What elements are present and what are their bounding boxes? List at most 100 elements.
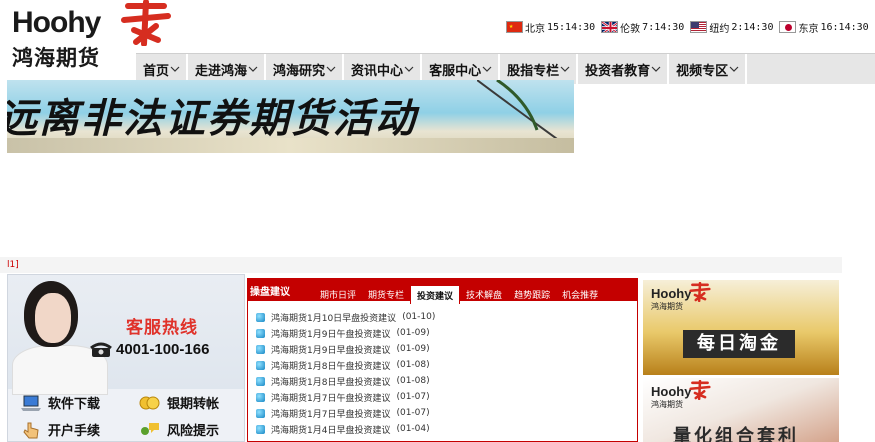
bullet-icon: [256, 376, 265, 386]
item-title: 鸿海期货1月8日早盘投资建议: [271, 377, 391, 388]
item-title: 鸿海期货1月9日午盘投资建议: [271, 329, 391, 340]
us-flag-icon: [690, 21, 708, 33]
ad-daily-gold[interactable]: Hoohy 鸿海期货 每日淘金: [643, 280, 839, 375]
customer-service-panel: 客服热线 4001-100-166 软件下载 银期转帐 开户手续 风险提示: [7, 274, 245, 442]
chevron-down-icon: [482, 66, 492, 72]
world-clocks: ★ 北京 15:14:30 伦敦 7:14:30 纽约 2:14:30 东京 1…: [506, 18, 869, 36]
item-date: (01-08): [396, 360, 430, 370]
logo-text-en: Hoohy: [12, 6, 101, 39]
clock-london: 伦敦 7:14:30: [601, 18, 684, 36]
nav-label: 客服中心: [429, 63, 482, 79]
chevron-down-icon: [404, 66, 414, 72]
clock-tokyo: 东京 16:14:30: [779, 18, 869, 36]
tab-trend-tracking[interactable]: 趋势跟踪: [508, 285, 556, 304]
account-opening-link[interactable]: 开户手续: [8, 416, 127, 441]
panel-title: 操盘建议: [250, 287, 290, 298]
tab-daily-review[interactable]: 期市日评: [314, 285, 362, 304]
link-label: 软件下载: [48, 397, 101, 412]
link-label: 开户手续: [48, 424, 101, 439]
nav-label: 股指专栏: [507, 63, 560, 79]
item-title: 鸿海期货1月9日早盘投资建议: [271, 345, 391, 356]
list-item[interactable]: 鸿海期货1月8日早盘投资建议 (01-08): [256, 373, 631, 389]
item-date: (01-08): [396, 376, 430, 386]
item-date: (01-04): [396, 424, 430, 434]
uk-flag-icon: [601, 21, 619, 33]
page: Hoohy 鸿海期货 ★ 北京 15:14:30 伦敦 7:14:30 纽约 2…: [0, 0, 875, 442]
item-date: (01-09): [396, 328, 430, 338]
panel-header: 操盘建议 期市日评 期货专栏 投资建议 技术解盘 趋势跟踪 机会推荐: [248, 279, 637, 304]
item-date: (01-09): [396, 344, 430, 354]
item-title: 鸿海期货1月4日早盘投资建议: [271, 425, 391, 436]
crumb-fragment: l1]: [7, 260, 19, 270]
list-item[interactable]: 鸿海期货1月4日早盘投资建议 (01-04): [256, 421, 631, 437]
nav-video[interactable]: 视频专区: [669, 54, 748, 84]
hand-pointer-icon: [23, 422, 39, 438]
china-flag-icon: ★: [506, 21, 523, 33]
clock-time: 16:14:30: [820, 21, 869, 33]
hero-banner[interactable]: 远离非法证券期货活动: [7, 80, 574, 153]
advice-list: 鸿海期货1月10日早盘投资建议 (01-10) 鸿海期货1月9日午盘投资建议 (01…: [256, 309, 631, 437]
nav-label: 投资者教育: [585, 63, 651, 79]
clock-city: 东京: [798, 23, 819, 35]
clock-time: 7:14:30: [642, 21, 685, 33]
telephone-icon: [90, 342, 112, 357]
list-item[interactable]: 鸿海期货1月9日早盘投资建议 (01-09): [256, 341, 631, 357]
chevron-down-icon: [326, 66, 336, 72]
panel-tabs: 期市日评 期货专栏 投资建议 技术解盘 趋势跟踪 机会推荐: [314, 285, 604, 304]
ad-logo-cn: 鸿海期货: [651, 302, 683, 311]
nav-label: 鸿海研究: [273, 63, 326, 79]
nav-label: 资讯中心: [351, 63, 404, 79]
list-item[interactable]: 鸿海期货1月9日午盘投资建议 (01-09): [256, 325, 631, 341]
bullet-icon: [256, 392, 265, 402]
item-date: (01-10): [402, 312, 436, 322]
brand-mark-icon: [121, 0, 171, 46]
link-label: 银期转帐: [167, 397, 220, 412]
tab-investment-advice[interactable]: 投资建议: [410, 285, 461, 304]
item-title: 鸿海期货1月10日早盘投资建议: [271, 313, 397, 324]
brand-mark-icon: [689, 380, 711, 400]
link-label: 风险提示: [167, 424, 220, 439]
bank-futures-transfer-link[interactable]: 银期转帐: [127, 389, 244, 416]
service-hotline-title: 客服热线: [126, 318, 198, 338]
bullet-icon: [256, 344, 265, 354]
service-agent-face: [35, 293, 71, 343]
clock-city: 纽约: [709, 23, 730, 35]
japan-flag-icon: [779, 21, 797, 33]
tab-technical-analysis[interactable]: 技术解盘: [460, 285, 508, 304]
trading-advice-panel: 操盘建议 期市日评 期货专栏 投资建议 技术解盘 趋势跟踪 机会推荐 鸿海期货1…: [247, 278, 638, 442]
ad-quant-arbitrage[interactable]: Hoohy 鸿海期货 量化组合套利: [643, 378, 839, 442]
ad-title: 量化组合套利: [673, 426, 799, 442]
service-photo: 客服热线 4001-100-166: [8, 275, 244, 395]
clock-beijing: ★ 北京 15:14:30: [506, 18, 595, 36]
service-links: 软件下载 银期转帐 开户手续 风险提示: [8, 389, 244, 441]
clock-time: 15:14:30: [547, 21, 596, 33]
list-item[interactable]: 鸿海期货1月7日早盘投资建议 (01-07): [256, 405, 631, 421]
software-download-link[interactable]: 软件下载: [8, 389, 127, 416]
clock-newyork: 纽约 2:14:30: [690, 18, 773, 36]
list-item[interactable]: 鸿海期货1月7日午盘投资建议 (01-07): [256, 389, 631, 405]
chevron-down-icon: [248, 66, 258, 72]
list-item[interactable]: 鸿海期货1月8日午盘投资建议 (01-08): [256, 357, 631, 373]
list-item[interactable]: 鸿海期货1月10日早盘投资建议 (01-10): [256, 309, 631, 325]
tab-opportunity[interactable]: 机会推荐: [556, 285, 604, 304]
service-phone[interactable]: 4001-100-166: [90, 341, 209, 358]
clock-city: 北京: [525, 23, 545, 35]
tab-futures-column[interactable]: 期货专栏: [362, 285, 410, 304]
bullet-icon: [256, 360, 265, 370]
ad-title: 每日淘金: [683, 330, 795, 358]
item-date: (01-07): [396, 408, 430, 418]
item-title: 鸿海期货1月7日午盘投资建议: [271, 393, 391, 404]
ad-logo-cn: 鸿海期货: [651, 400, 683, 409]
bullet-icon: [256, 328, 265, 338]
risk-notice-link[interactable]: 风险提示: [127, 416, 244, 441]
laptop-icon: [21, 395, 41, 411]
logo-text-cn: 鸿海期货: [12, 46, 100, 70]
ad-logo-en: Hoohy: [651, 286, 692, 301]
chevron-down-icon: [651, 66, 661, 72]
chevron-down-icon: [560, 66, 570, 72]
chevron-down-icon: [170, 66, 180, 72]
banner-text: 远离非法证券期货活动: [7, 96, 417, 142]
item-date: (01-07): [396, 392, 430, 402]
item-title: 鸿海期货1月8日午盘投资建议: [271, 361, 391, 372]
nav-investor-education[interactable]: 投资者教育: [578, 54, 670, 84]
